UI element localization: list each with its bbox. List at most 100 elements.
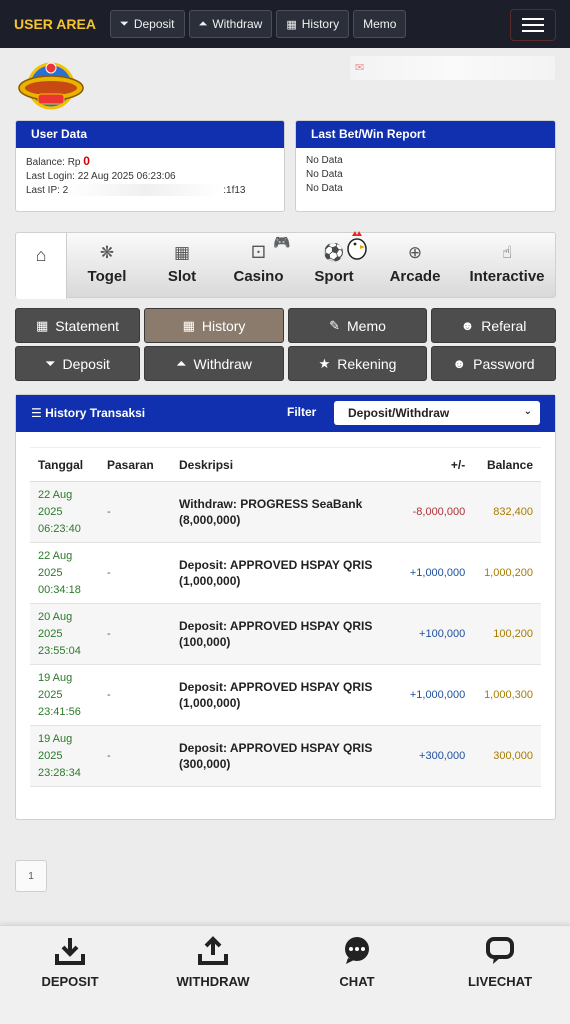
blurred-header-info	[350, 56, 555, 80]
row-date: 20 Aug 2025 23:55:04	[30, 603, 107, 665]
bottom-nav: DEPOSIT WITHDRAW CHAT LIVECHAT	[0, 925, 570, 1024]
row-description: Withdraw: PROGRESS SeaBank (8,000,000)	[179, 481, 396, 543]
statement-button[interactable]: ▦ Statement	[15, 308, 140, 343]
home-icon: ⌂	[35, 245, 47, 265]
download-icon	[55, 938, 85, 965]
user-icon: ☻	[452, 356, 467, 371]
blurred-ip	[68, 184, 224, 197]
bottom-chat-button[interactable]: CHAT	[302, 936, 412, 989]
top-memo-button[interactable]: Memo	[353, 10, 407, 38]
row-description: Deposit: APPROVED HSPAY QRIS (100,000)	[179, 603, 396, 665]
last-bet-line: No Data	[306, 155, 343, 166]
user-area-title: USER AREA	[14, 16, 96, 32]
withdraw-button[interactable]: ⏶ Withdraw	[144, 346, 284, 381]
top-history-button[interactable]: ▦ History	[276, 10, 350, 38]
password-button[interactable]: ☻ Password	[431, 346, 556, 381]
top-bar: USER AREA ⏷ Deposit ⏶ Withdraw ▦ History Me…	[0, 0, 570, 48]
row-description: Deposit: APPROVED HSPAY QRIS (1,000,000)	[179, 664, 396, 726]
site-logo[interactable]	[16, 58, 86, 114]
interactive-icon: ☝	[501, 243, 513, 262]
row-date: 19 Aug 2025 23:41:56	[30, 664, 107, 726]
history-table: Tanggal Pasaran Deskripsi +/- Balance 22…	[30, 447, 541, 787]
memo-icon: ✎	[329, 317, 340, 333]
statement-icon: ▦	[35, 317, 49, 333]
livechat-icon	[486, 937, 514, 964]
column-header-tanggal: Tanggal	[30, 447, 107, 482]
user-icon: ☻	[460, 318, 475, 333]
rekening-icon: ★	[318, 355, 331, 371]
table-row: 22 Aug 2025 00:34:18 - Deposit: APPROVED H…	[30, 542, 541, 604]
row-balance: 100,200	[471, 603, 541, 665]
row-pasaran: -	[107, 481, 179, 543]
table-row: 20 Aug 2025 23:55:04 - Deposit: APPROVED H…	[30, 603, 541, 665]
filter-label: Filter	[287, 405, 317, 419]
balance-value: 0	[83, 154, 90, 168]
tab-togel[interactable]: ❋ Togel	[70, 233, 144, 299]
row-balance: 1,000,300	[471, 664, 541, 726]
tab-arcade[interactable]: ⊕ Arcade	[379, 233, 451, 299]
tab-slot[interactable]: ▦ Slot	[146, 233, 218, 299]
togel-icon: ❋	[99, 243, 115, 262]
deposit-icon: ⏷	[120, 17, 129, 30]
row-date: 22 Aug 2025 00:34:18	[30, 542, 107, 604]
history-header: ☰ History Transaksi Filter Deposit/Withd…	[16, 395, 555, 432]
slot-icon: ▦	[173, 243, 191, 262]
row-date: 22 Aug 2025 06:23:40	[30, 481, 107, 543]
last-bet-panel: Last Bet/Win Report No Data No Data No D…	[295, 120, 556, 212]
bottom-withdraw-button[interactable]: WITHDRAW	[158, 936, 268, 989]
row-amount: +1,000,000	[396, 664, 472, 726]
tab-home[interactable]: ⌂	[16, 233, 67, 299]
row-amount: +300,000	[396, 725, 472, 787]
gamepad-icon: 🎮	[273, 234, 291, 250]
last-bet-line: No Data	[306, 183, 343, 194]
last-bet-line: No Data	[306, 169, 343, 180]
row-description: Deposit: APPROVED HSPAY QRIS (300,000)	[179, 725, 396, 787]
row-amount: +1,000,000	[396, 542, 472, 604]
table-row: 22 Aug 2025 06:23:40 - Withdraw: PROGRESS …	[30, 481, 541, 543]
upload-icon	[198, 936, 228, 965]
last-login-line: Last Login: 22 Aug 2025 06:23:06	[26, 171, 176, 182]
row-pasaran: -	[107, 725, 179, 787]
top-withdraw-button[interactable]: ⏶ Withdraw	[188, 10, 273, 38]
withdraw-icon: ⏶	[176, 355, 187, 371]
mail-icon[interactable]: ✉	[355, 61, 364, 74]
user-data-title: User Data	[16, 121, 284, 148]
history-icon: ▦	[182, 317, 195, 333]
row-balance: 832,400	[471, 481, 541, 543]
history-panel: ☰ History Transaksi Filter Deposit/Withd…	[15, 394, 556, 820]
column-header-balance: Balance	[471, 447, 541, 482]
chat-icon	[345, 937, 369, 964]
filter-select[interactable]: Deposit/Withdraw ⌄	[334, 401, 540, 425]
row-balance: 1,000,200	[471, 542, 541, 604]
row-pasaran: -	[107, 664, 179, 726]
row-pasaran: -	[107, 542, 179, 604]
row-balance: 300,000	[471, 725, 541, 787]
row-date: 19 Aug 2025 23:28:34	[30, 725, 107, 787]
hamburger-menu-button[interactable]	[510, 9, 556, 41]
column-header-deskripsi: Deskripsi	[179, 447, 396, 482]
withdraw-icon: ⏶	[198, 17, 208, 30]
bottom-deposit-button[interactable]: DEPOSIT	[15, 936, 125, 989]
memo-button[interactable]: ✎ Memo	[288, 308, 427, 343]
referal-button[interactable]: ☻ Referal	[431, 308, 556, 343]
column-header-pasaran: Pasaran	[107, 447, 179, 482]
chevron-down-icon: ⌄	[523, 406, 532, 417]
column-header-amount: +/-	[396, 447, 472, 482]
tab-interactive[interactable]: ☝ Interactive	[459, 233, 555, 299]
page-button[interactable]: 1	[15, 860, 47, 892]
chicken-icon	[347, 231, 367, 260]
history-title: ☰ History Transaksi	[31, 406, 146, 420]
last-ip-line: Last IP: 2:1f13	[26, 184, 246, 197]
bottom-livechat-button[interactable]: LIVECHAT	[445, 936, 555, 989]
row-amount: +100,000	[396, 603, 472, 665]
top-deposit-button[interactable]: ⏷ Deposit	[110, 10, 185, 38]
deposit-icon: ⏷	[45, 355, 56, 371]
deposit-button[interactable]: ⏷ Deposit	[15, 346, 140, 381]
history-icon: ▦	[286, 18, 297, 31]
last-bet-title: Last Bet/Win Report	[296, 121, 555, 148]
balance-line: Balance: Rp 0	[26, 154, 90, 168]
history-button[interactable]: ▦ History	[144, 308, 284, 343]
rekening-button[interactable]: ★ Rekening	[288, 346, 427, 381]
row-description: Deposit: APPROVED HSPAY QRIS (1,000,000)	[179, 542, 396, 604]
table-row: 19 Aug 2025 23:28:34 - Deposit: APPROVED H…	[30, 725, 541, 787]
